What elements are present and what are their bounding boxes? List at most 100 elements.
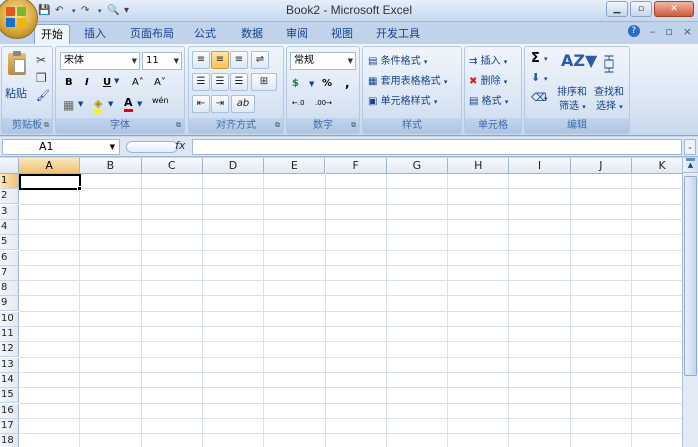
paste-button[interactable]: 粘贴 xyxy=(5,85,27,101)
tab-review[interactable]: 审阅 xyxy=(280,24,314,44)
underline-button[interactable]: U xyxy=(103,77,111,88)
row-header-11[interactable]: 11 xyxy=(0,327,19,342)
row-header-2[interactable]: 2 xyxy=(0,189,19,205)
tab-view[interactable]: 视图 xyxy=(325,24,359,44)
paste-icon[interactable] xyxy=(5,51,29,81)
minimize-button[interactable]: ▁ xyxy=(606,1,628,17)
sort-filter-label-2[interactable]: 筛选 ▾ xyxy=(559,97,586,112)
align-right-icon[interactable]: ☰ xyxy=(230,73,248,91)
row-header-7[interactable]: 7 xyxy=(0,265,19,281)
workbook-close-icon[interactable]: × xyxy=(683,25,692,38)
scroll-thumb[interactable] xyxy=(684,176,697,376)
find-select-label-2[interactable]: 选择 ▾ xyxy=(596,97,623,112)
copy-icon[interactable]: ❐ xyxy=(36,71,47,85)
grow-font-button[interactable]: A˄ xyxy=(132,77,144,88)
number-launcher-icon[interactable]: ⧉ xyxy=(351,121,356,130)
row-header-18[interactable]: 18 xyxy=(0,434,19,447)
increase-indent-icon[interactable]: ⇥ xyxy=(211,95,229,113)
active-cell[interactable] xyxy=(19,174,81,190)
row-header-4[interactable]: 4 xyxy=(0,219,19,235)
column-header-e[interactable]: E xyxy=(264,158,326,174)
bold-button[interactable]: B xyxy=(65,77,73,88)
tab-page-layout[interactable]: 页面布局 xyxy=(124,24,180,44)
column-header-a[interactable]: A xyxy=(19,158,81,174)
align-center-icon[interactable]: ☰ xyxy=(211,73,229,91)
tab-formulas[interactable]: 公式 xyxy=(188,24,222,44)
wrap-text-icon[interactable]: ⇌ xyxy=(251,51,269,69)
orientation-icon[interactable]: ab xyxy=(231,95,255,113)
merge-center-icon[interactable]: ⊞ xyxy=(251,73,277,91)
column-header-b[interactable]: B xyxy=(80,158,142,174)
row-header-9[interactable]: 9 xyxy=(0,296,19,312)
tab-data[interactable]: 数据 xyxy=(235,24,269,44)
column-header-h[interactable]: H xyxy=(448,158,510,174)
comma-icon[interactable]: , xyxy=(345,76,350,90)
row-header-10[interactable]: 10 xyxy=(0,311,19,327)
help-icon[interactable]: ? xyxy=(627,25,640,37)
row-header-13[interactable]: 13 xyxy=(0,357,19,373)
shrink-font-button[interactable]: A˅ xyxy=(154,77,166,88)
insert-cells-button[interactable]: ⇉ 插入 ▾ xyxy=(469,52,507,67)
row-header-6[interactable]: 6 xyxy=(0,250,19,266)
conditional-formatting-button[interactable]: ▤ 条件格式 ▾ xyxy=(368,52,427,67)
tab-home[interactable]: 开始 xyxy=(34,24,70,45)
format-cells-button[interactable]: ▤ 格式 ▾ xyxy=(469,92,508,107)
border-icon[interactable]: ▦ xyxy=(63,98,74,112)
row-header-8[interactable]: 8 xyxy=(0,281,19,297)
format-painter-icon[interactable]: 🖌 xyxy=(36,89,50,102)
font-color-icon[interactable]: A xyxy=(124,96,133,112)
font-name-dropdown-icon[interactable]: ▼ xyxy=(132,53,137,69)
align-left-icon[interactable]: ☰ xyxy=(192,73,210,91)
font-name-combo[interactable]: 宋体 ▼ xyxy=(60,52,140,70)
fill-handle[interactable] xyxy=(77,186,82,191)
select-all-corner[interactable] xyxy=(0,158,19,174)
worksheet-grid[interactable]: A B C D E F G H I J K 1 2 3 4 5 6 7 8 9 10 11 12 13 14 15 16 17 18 xyxy=(0,158,682,447)
increase-decimal-icon[interactable]: ←.0 xyxy=(292,99,305,107)
currency-icon[interactable]: $ xyxy=(292,78,299,89)
column-header-c[interactable]: C xyxy=(141,158,203,174)
autosum-icon[interactable]: Σ xyxy=(531,51,540,66)
sort-filter-label-1[interactable]: 排序和 xyxy=(557,83,587,98)
formula-input[interactable] xyxy=(192,139,682,155)
font-size-combo[interactable]: 11 ▼ xyxy=(142,52,182,70)
tab-developer[interactable]: 开发工具 xyxy=(370,24,426,44)
number-format-combo[interactable]: 常规 ▼ xyxy=(290,52,356,70)
percent-icon[interactable]: % xyxy=(322,78,332,89)
column-header-i[interactable]: I xyxy=(509,158,571,174)
fill-color-icon[interactable]: ◈ xyxy=(94,97,103,113)
row-header-3[interactable]: 3 xyxy=(0,204,19,220)
fill-color-dropdown-icon[interactable]: ▼ xyxy=(108,100,113,108)
sort-filter-icon[interactable]: AZ▼ xyxy=(561,51,597,79)
decrease-indent-icon[interactable]: ⇤ xyxy=(192,95,210,113)
column-header-d[interactable]: D xyxy=(202,158,265,174)
delete-cells-button[interactable]: ✖ 删除 ▾ xyxy=(469,72,507,87)
decrease-decimal-icon[interactable]: .00→ xyxy=(315,99,332,107)
align-top-icon[interactable]: ≡ xyxy=(192,51,210,69)
find-select-label-1[interactable]: 查找和 xyxy=(594,83,624,98)
font-launcher-icon[interactable]: ⧉ xyxy=(176,121,181,130)
row-header-12[interactable]: 12 xyxy=(0,342,19,358)
row-header-16[interactable]: 16 xyxy=(0,403,19,419)
expand-formula-bar-icon[interactable]: ⌄ xyxy=(684,139,696,155)
font-color-dropdown-icon[interactable]: ▼ xyxy=(137,100,142,108)
name-box[interactable]: A1 ▼ xyxy=(2,139,120,155)
workbook-restore-icon[interactable]: ▫ xyxy=(665,25,672,38)
cut-icon[interactable]: ✂ xyxy=(36,53,46,67)
name-box-dropdown-icon[interactable]: ▼ xyxy=(110,140,115,154)
align-middle-icon[interactable]: ≡ xyxy=(211,51,229,69)
align-bottom-icon[interactable]: ≡ xyxy=(230,51,248,69)
tab-insert[interactable]: 插入 xyxy=(78,24,112,44)
clear-dropdown-icon[interactable]: ▾ xyxy=(544,95,548,103)
row-header-5[interactable]: 5 xyxy=(0,235,19,251)
currency-dropdown-icon[interactable]: ▼ xyxy=(309,80,314,88)
autosum-dropdown-icon[interactable]: ▾ xyxy=(544,55,548,63)
number-format-dropdown-icon[interactable]: ▼ xyxy=(348,53,353,69)
column-header-k[interactable]: K xyxy=(632,158,682,174)
fill-dropdown-icon[interactable]: ▾ xyxy=(544,75,548,83)
insert-function-icon[interactable]: fx xyxy=(175,139,185,152)
clipboard-launcher-icon[interactable]: ⧉ xyxy=(44,121,49,130)
row-header-1[interactable]: 1 xyxy=(0,174,19,189)
cell-styles-button[interactable]: ▣ 单元格样式 ▾ xyxy=(368,92,437,107)
fill-icon[interactable]: ⬇ xyxy=(531,71,540,84)
column-header-j[interactable]: J xyxy=(570,158,632,174)
